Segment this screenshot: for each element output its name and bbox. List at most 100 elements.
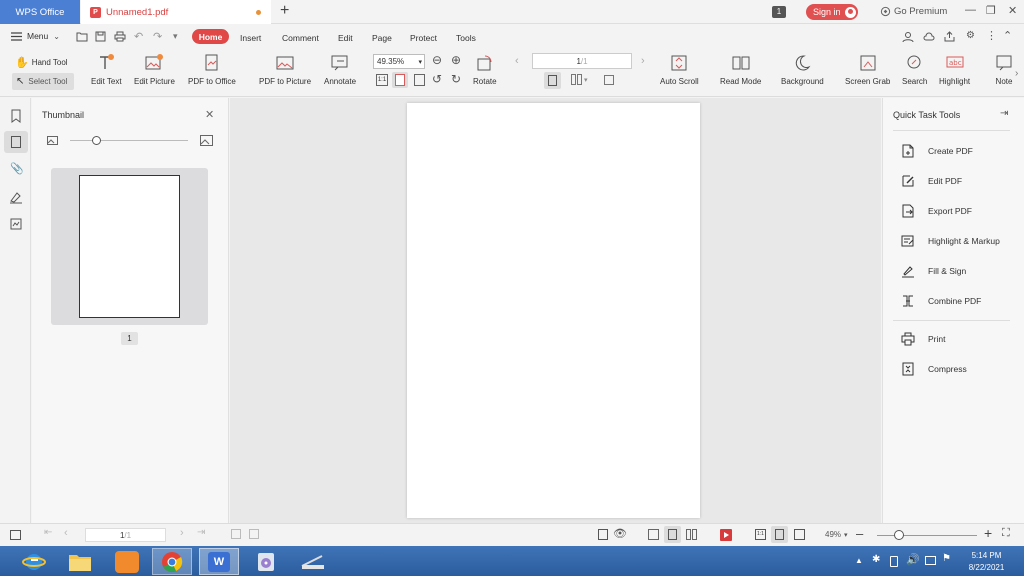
auto-scroll-button[interactable]: Auto Scroll bbox=[660, 53, 699, 86]
previous-page-icon[interactable]: ‹ bbox=[515, 55, 519, 67]
compress-item[interactable]: Compress bbox=[901, 362, 967, 376]
show-hidden-icons[interactable]: ▲ bbox=[855, 556, 863, 565]
signature-icon[interactable] bbox=[9, 190, 23, 204]
two-page-view-button[interactable]: ▾ bbox=[571, 74, 588, 85]
fullscreen-icon[interactable]: ⛶ bbox=[1002, 527, 1010, 540]
status-continuous-icon[interactable] bbox=[648, 529, 659, 540]
rotate-left-icon[interactable]: ↺ bbox=[432, 72, 442, 86]
next-page-icon[interactable]: › bbox=[641, 55, 645, 67]
bluetooth-icon[interactable]: ✱ bbox=[872, 554, 880, 565]
last-page-icon[interactable]: ⇥ bbox=[197, 527, 205, 538]
ribbon-scroll-right-icon[interactable]: › bbox=[1015, 68, 1018, 79]
volume-icon[interactable]: 🔊 bbox=[906, 553, 920, 566]
taskbar-ie-button[interactable] bbox=[14, 548, 54, 575]
hand-tool-button[interactable]: ✋ Hand Tool bbox=[15, 56, 68, 69]
pdf-page[interactable] bbox=[407, 103, 700, 518]
notification-badge[interactable]: 1 bbox=[772, 6, 786, 18]
navigation-pane-icon[interactable] bbox=[10, 530, 21, 540]
taskbar-wps-button[interactable]: W bbox=[199, 548, 239, 575]
page-thumbnail[interactable] bbox=[51, 168, 208, 325]
first-page-icon[interactable]: ⇤ bbox=[44, 527, 52, 538]
close-thumbnail-icon[interactable]: ✕ bbox=[205, 108, 214, 121]
system-clock[interactable]: 5:14 PM 8/22/2021 bbox=[958, 550, 1015, 574]
small-thumbnail-icon[interactable] bbox=[47, 136, 58, 145]
status-two-page-icon[interactable] bbox=[686, 529, 697, 540]
zoom-select[interactable]: 49.35% ▾ bbox=[373, 54, 425, 69]
tab-home[interactable]: Home bbox=[192, 29, 229, 44]
fill-sign-item[interactable]: Fill & Sign bbox=[901, 264, 966, 278]
pdf-to-office-button[interactable]: PDF to Office bbox=[188, 53, 236, 86]
new-tab-button[interactable]: + bbox=[280, 2, 289, 20]
single-page-view-button[interactable] bbox=[544, 72, 561, 89]
create-pdf-item[interactable]: Create PDF bbox=[901, 144, 973, 158]
taskbar-chrome-button[interactable] bbox=[152, 548, 192, 575]
user-icon[interactable] bbox=[902, 31, 914, 42]
share-icon[interactable] bbox=[944, 31, 955, 42]
collapse-ribbon-icon[interactable]: ⌃ bbox=[1003, 29, 1012, 42]
minimize-button[interactable]: — bbox=[965, 4, 976, 16]
edit-picture-button[interactable]: Edit Picture bbox=[134, 53, 175, 86]
select-tool-button[interactable]: ↖ Select Tool bbox=[12, 73, 74, 90]
tab-protect[interactable]: Protect bbox=[410, 33, 437, 43]
open-folder-icon[interactable] bbox=[76, 31, 88, 42]
status-single-page-button[interactable] bbox=[664, 526, 681, 543]
tab-page[interactable]: Page bbox=[372, 33, 392, 43]
undo-icon[interactable]: ↶ bbox=[134, 30, 143, 43]
combine-pdf-item[interactable]: Combine PDF bbox=[901, 294, 981, 308]
rotate-right-icon[interactable]: ↻ bbox=[451, 72, 461, 86]
status-zoom-out-icon[interactable]: – bbox=[856, 526, 863, 541]
status-zoom-slider-handle[interactable] bbox=[894, 530, 904, 540]
close-window-button[interactable]: ✕ bbox=[1008, 4, 1017, 17]
document-tab[interactable]: P Unnamed1.pdf bbox=[81, 0, 271, 24]
quick-access-dropdown-icon[interactable]: ▾ bbox=[173, 31, 178, 42]
thumbnail-size-slider[interactable] bbox=[70, 140, 188, 141]
more-vertical-icon[interactable]: ⋮ bbox=[986, 29, 997, 42]
note-button[interactable]: Note bbox=[994, 53, 1014, 86]
actual-size-icon[interactable]: 1:1 bbox=[376, 74, 388, 86]
page-number-input[interactable]: 1/1 bbox=[532, 53, 632, 69]
zoom-out-icon[interactable]: ⊖ bbox=[432, 53, 442, 67]
battery-icon[interactable] bbox=[890, 556, 898, 567]
highlight-markup-item[interactable]: Highlight & Markup bbox=[901, 234, 1000, 248]
digital-signature-icon[interactable] bbox=[9, 217, 23, 231]
redo-icon[interactable]: ↷ bbox=[153, 30, 162, 43]
edit-text-button[interactable]: Edit Text bbox=[91, 53, 122, 86]
edit-pdf-item[interactable]: Edit PDF bbox=[901, 174, 962, 188]
settings-icon[interactable]: ⚙ bbox=[966, 30, 975, 41]
rotate-button[interactable]: Rotate bbox=[473, 53, 497, 86]
taskbar-file-explorer-button[interactable] bbox=[60, 548, 100, 575]
pdf-to-picture-button[interactable]: PDF to Picture bbox=[259, 53, 311, 86]
thumbnail-panel-button[interactable] bbox=[4, 131, 28, 153]
restore-button[interactable]: ❐ bbox=[986, 4, 996, 17]
thumbnail-size-slider-handle[interactable] bbox=[92, 136, 101, 145]
status-previous-page-icon[interactable]: ‹ bbox=[64, 527, 68, 539]
collapse-panel-icon[interactable]: ⇥ bbox=[1000, 108, 1008, 119]
status-zoom-in-icon[interactable]: + bbox=[984, 525, 992, 541]
go-premium-button[interactable]: Go Premium bbox=[880, 6, 947, 17]
print-item[interactable]: Print bbox=[901, 332, 945, 346]
status-fit-page-button[interactable] bbox=[771, 526, 788, 543]
wps-office-tab[interactable]: WPS Office bbox=[0, 0, 80, 24]
status-zoom-slider[interactable] bbox=[877, 535, 977, 536]
tab-insert[interactable]: Insert bbox=[240, 33, 261, 43]
print-icon[interactable] bbox=[114, 31, 126, 42]
status-next-page-icon[interactable]: › bbox=[180, 527, 184, 539]
network-icon[interactable] bbox=[925, 556, 936, 565]
continuous-view-icon[interactable] bbox=[604, 75, 614, 85]
cloud-icon[interactable] bbox=[923, 31, 935, 42]
play-slideshow-button[interactable] bbox=[720, 529, 732, 541]
tab-comment[interactable]: Comment bbox=[282, 33, 319, 43]
highlight-button[interactable]: abc Highlight bbox=[939, 53, 970, 86]
sign-in-button[interactable]: Sign in bbox=[806, 4, 858, 20]
background-button[interactable]: Background bbox=[781, 53, 824, 86]
status-fit-width-icon[interactable] bbox=[794, 529, 805, 540]
status-actual-size-icon[interactable]: 1:1 bbox=[755, 529, 766, 540]
eye-icon[interactable]: 👁 bbox=[613, 527, 627, 540]
tab-edit[interactable]: Edit bbox=[338, 33, 353, 43]
action-center-icon[interactable]: ⚑ bbox=[942, 553, 951, 564]
tab-tools[interactable]: Tools bbox=[456, 33, 476, 43]
extract-icon[interactable] bbox=[598, 529, 608, 540]
status-page-input[interactable]: 1/1 bbox=[85, 528, 166, 542]
taskbar-media-button[interactable] bbox=[246, 548, 286, 575]
fit-width-icon[interactable] bbox=[414, 74, 425, 86]
